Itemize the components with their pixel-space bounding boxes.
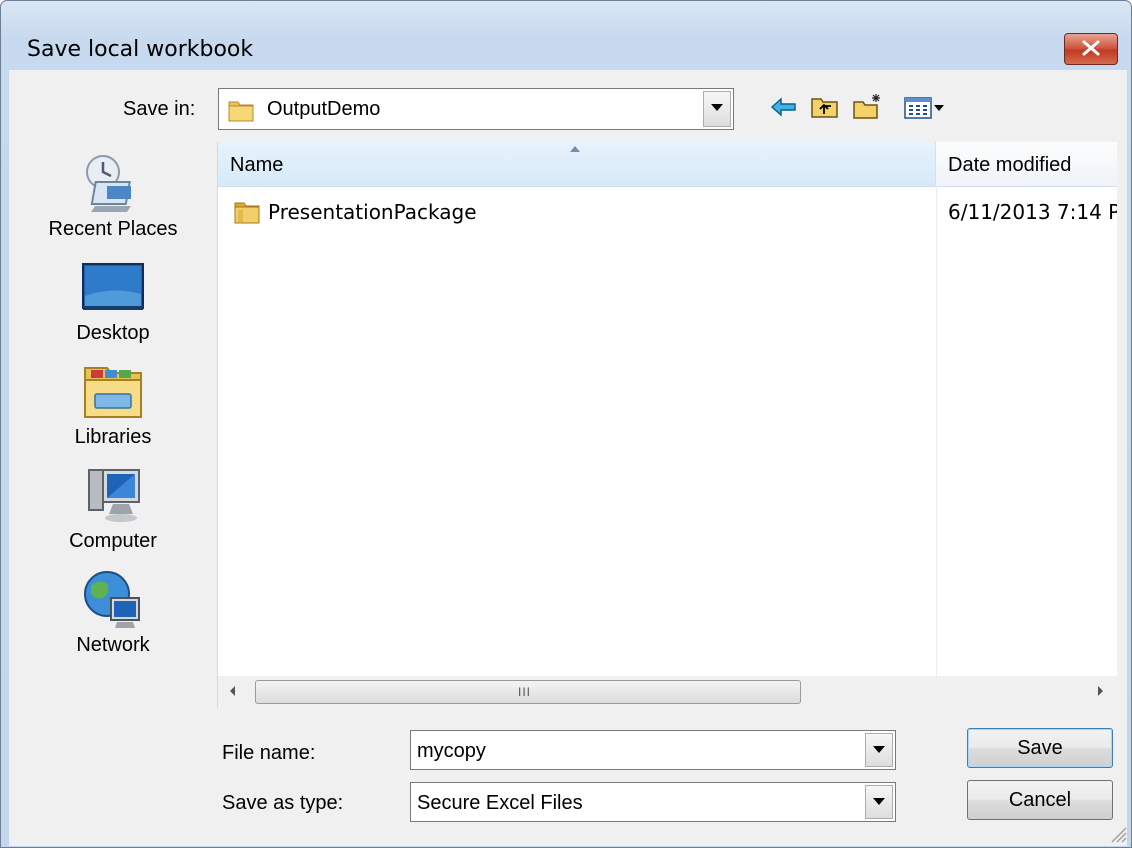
network-icon — [84, 571, 140, 628]
save-in-label: Save in: — [123, 98, 196, 120]
sort-ascending-icon — [570, 146, 580, 152]
file-date-cell: 6/11/2013 7:14 P — [948, 200, 1117, 224]
place-computer[interactable]: Computer — [9, 454, 217, 554]
recent-places-icon — [86, 155, 131, 212]
file-name-dropdown-button[interactable] — [865, 733, 893, 767]
scroll-left-icon[interactable] — [230, 686, 235, 696]
scroll-right-icon[interactable] — [1098, 686, 1103, 696]
save-in-value: OutputDemo — [267, 98, 381, 120]
scrollbar-thumb[interactable]: III — [255, 680, 801, 704]
file-list-view[interactable]: Name Date modified PresentationPackage 6… — [217, 142, 1117, 708]
column-header-date-label: Date modified — [948, 154, 1072, 176]
save-in-dropdown-button[interactable] — [703, 91, 731, 127]
column-header-date-modified[interactable]: Date modified — [936, 142, 1117, 187]
scroll-grip: III — [518, 685, 532, 699]
horizontal-scrollbar[interactable]: III — [218, 676, 1117, 708]
close-icon — [1082, 40, 1100, 56]
place-libraries[interactable]: Libraries — [9, 350, 217, 450]
save-as-type-value: Secure Excel Files — [417, 792, 583, 814]
place-label: Libraries — [74, 426, 152, 448]
place-label: Desktop — [76, 322, 150, 344]
computer-icon — [88, 469, 140, 522]
folder-icon — [228, 101, 254, 122]
file-name-cell: PresentationPackage — [268, 200, 477, 224]
desktop-icon — [82, 263, 144, 310]
cancel-button[interactable]: Cancel — [967, 780, 1113, 820]
save-as-type-label: Save as type: — [222, 792, 344, 814]
file-name-label: File name: — [222, 742, 316, 764]
place-label: Recent Places — [48, 218, 178, 240]
back-icon[interactable] — [768, 92, 802, 122]
file-name-combo[interactable]: mycopy — [410, 730, 896, 770]
place-network[interactable]: Network — [9, 558, 217, 658]
folder-icon — [234, 202, 260, 224]
save-as-type-select[interactable]: Secure Excel Files — [410, 782, 896, 822]
place-desktop[interactable]: Desktop — [9, 246, 217, 346]
close-button[interactable] — [1064, 33, 1118, 65]
window-title: Save local workbook — [27, 37, 254, 62]
save-in-combo[interactable]: OutputDemo — [218, 88, 734, 130]
title-bar: Save local workbook — [1, 1, 1131, 67]
place-label: Computer — [69, 530, 157, 552]
save-as-type-dropdown-button[interactable] — [865, 785, 893, 819]
view-menu-icon[interactable] — [900, 92, 960, 122]
column-divider — [936, 186, 937, 676]
places-bar: Recent Places Desktop Libraries Computer… — [9, 142, 217, 672]
up-folder-icon[interactable] — [808, 92, 842, 122]
new-folder-icon[interactable] — [850, 92, 884, 122]
save-button[interactable]: Save — [967, 728, 1113, 768]
file-name-input[interactable]: mycopy — [417, 740, 486, 763]
place-label: Network — [76, 634, 150, 656]
column-header-name-label: Name — [230, 154, 284, 176]
libraries-icon — [84, 367, 142, 418]
column-header-name[interactable]: Name — [218, 142, 936, 187]
file-row[interactable]: PresentationPackage 6/11/2013 7:14 P — [218, 196, 1117, 230]
resize-grip-icon[interactable] — [1108, 824, 1128, 844]
place-recent-places[interactable]: Recent Places — [9, 142, 217, 242]
